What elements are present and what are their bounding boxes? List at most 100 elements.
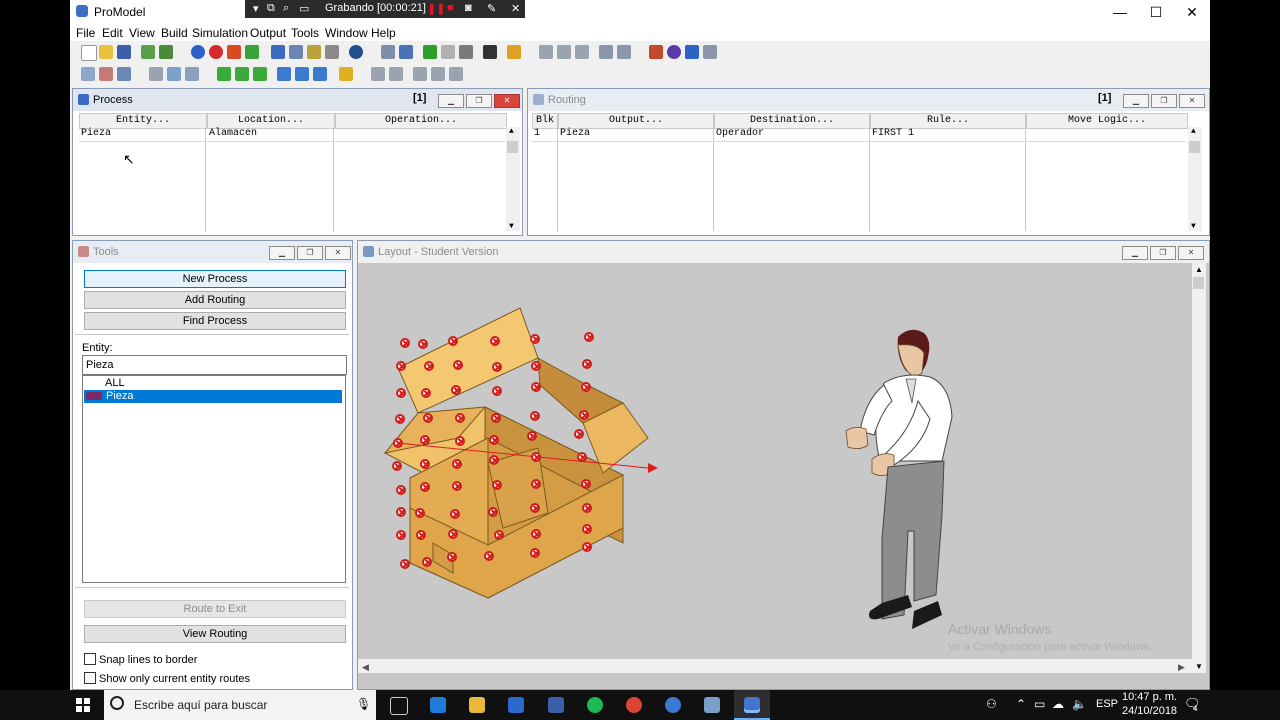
resources-icon[interactable]: [245, 45, 259, 59]
location-point-icon[interactable]: [400, 338, 410, 348]
pause-run-icon[interactable]: [441, 45, 455, 59]
store-icon[interactable]: [508, 697, 524, 713]
location-point-icon[interactable]: [489, 435, 499, 445]
restore-icon[interactable]: ⧉: [267, 2, 275, 15]
edge-browser-icon[interactable]: [430, 697, 446, 713]
location-point-icon[interactable]: [531, 529, 541, 539]
table-icon[interactable]: [81, 67, 95, 81]
location-point-icon[interactable]: [530, 411, 540, 421]
run-icon[interactable]: [423, 45, 437, 59]
location-point-icon[interactable]: [574, 429, 584, 439]
menu-build[interactable]: Build: [161, 26, 188, 40]
location-point-icon[interactable]: [531, 361, 541, 371]
pencil-icon[interactable]: ✎: [487, 2, 496, 15]
routing-cell-rule[interactable]: FIRST 1: [870, 127, 1024, 142]
location-point-icon[interactable]: [491, 413, 501, 423]
routing-cell-blk[interactable]: 1: [532, 127, 556, 142]
graphics-icon[interactable]: [649, 45, 663, 59]
letter-s-icon[interactable]: [295, 67, 309, 81]
location-point-icon[interactable]: [452, 459, 462, 469]
location-point-icon[interactable]: [418, 339, 428, 349]
location-point-icon[interactable]: [420, 459, 430, 469]
process-cell-entity[interactable]: Pieza: [79, 127, 205, 142]
variables-icon[interactable]: [325, 45, 339, 59]
location-point-icon[interactable]: [421, 388, 431, 398]
scroll-thumb[interactable]: [1193, 277, 1204, 289]
chevron-up-icon[interactable]: ⌃: [1016, 697, 1026, 711]
location-point-icon[interactable]: [488, 507, 498, 517]
location-point-icon[interactable]: [489, 455, 499, 465]
support-app-icon[interactable]: [665, 697, 681, 713]
location-point-icon[interactable]: [455, 413, 465, 423]
location-point-icon[interactable]: [423, 413, 433, 423]
clock-time[interactable]: 10:47 p. m.: [1122, 691, 1177, 703]
location-point-icon[interactable]: [577, 452, 587, 462]
group-icon[interactable]: [371, 67, 385, 81]
checkbox-box[interactable]: [84, 672, 96, 684]
processing-icon[interactable]: [271, 45, 285, 59]
scroll-down-icon[interactable]: ▼: [1191, 222, 1196, 231]
location-point-icon[interactable]: [416, 530, 426, 540]
letter-y-icon[interactable]: [253, 67, 267, 81]
location-point-icon[interactable]: [396, 530, 406, 540]
chrome-icon[interactable]: [626, 697, 642, 713]
location-point-icon[interactable]: [492, 386, 502, 396]
location-point-icon[interactable]: [531, 382, 541, 392]
layout-canvas[interactable]: ◀ ▶: [358, 263, 1192, 673]
letter-v-icon[interactable]: [235, 67, 249, 81]
layout-tool-2-icon[interactable]: [557, 45, 571, 59]
insert-icon[interactable]: [413, 67, 427, 81]
operator-person-graphic[interactable]: [845, 329, 953, 629]
info-icon[interactable]: [349, 45, 363, 59]
clock-date[interactable]: 24/10/2018: [1122, 705, 1177, 717]
layout-restore-button[interactable]: ❐: [1150, 246, 1176, 260]
letter-u-icon[interactable]: [313, 67, 327, 81]
volume-icon[interactable]: 🔈: [1072, 697, 1087, 711]
location-point-icon[interactable]: [396, 361, 406, 371]
location-point-icon[interactable]: [530, 334, 540, 344]
menu-window[interactable]: Window: [325, 26, 368, 40]
magnifier-icon[interactable]: ⌕: [283, 2, 289, 15]
location-point-icon[interactable]: [455, 436, 465, 446]
new-file-icon[interactable]: [81, 45, 97, 61]
add-row-icon[interactable]: [431, 67, 445, 81]
checkbox-box[interactable]: [84, 653, 96, 665]
location-point-icon[interactable]: [451, 385, 461, 395]
attributes-icon[interactable]: [307, 45, 321, 59]
dropdown-icon[interactable]: ▾: [253, 2, 259, 15]
path-networks-icon[interactable]: [227, 45, 241, 59]
entity-list-item-pieza[interactable]: Pieza: [84, 390, 342, 403]
minimize-button[interactable]: —: [1102, 0, 1138, 24]
letter-m-icon[interactable]: [277, 67, 291, 81]
location-point-icon[interactable]: [424, 361, 434, 371]
location-point-icon[interactable]: [581, 382, 591, 392]
location-point-icon[interactable]: [396, 507, 406, 517]
screen-icon[interactable]: [167, 67, 181, 81]
zoom-fit-icon[interactable]: [617, 45, 631, 59]
location-point-icon[interactable]: [452, 481, 462, 491]
merge-icon[interactable]: [141, 45, 155, 59]
windows-start-icon[interactable]: [76, 698, 90, 712]
process-cell-location[interactable]: Alamacen: [207, 127, 333, 142]
location-point-icon[interactable]: [393, 438, 403, 448]
menu-edit[interactable]: Edit: [102, 26, 123, 40]
location-point-icon[interactable]: [527, 431, 537, 441]
location-point-icon[interactable]: [395, 414, 405, 424]
scroll-thumb[interactable]: [507, 141, 518, 153]
maximize-button[interactable]: ☐: [1138, 0, 1174, 24]
file-explorer-icon[interactable]: [469, 697, 485, 713]
taskbar-search-box[interactable]: Escribe aquí para buscar 🎙: [104, 690, 376, 720]
edit-tool-icon[interactable]: [599, 45, 613, 59]
close-recording-icon[interactable]: ✕: [511, 2, 520, 15]
location-point-icon[interactable]: [490, 336, 500, 346]
entity-list-item-all[interactable]: ALL: [105, 377, 125, 389]
stop-run-icon[interactable]: [459, 45, 473, 59]
location-point-icon[interactable]: [422, 557, 432, 567]
process-restore-button[interactable]: ❐: [466, 94, 492, 108]
close-button[interactable]: ✕: [1174, 0, 1210, 24]
locations-icon[interactable]: [191, 45, 205, 59]
routing-restore-button[interactable]: ❐: [1151, 94, 1177, 108]
menu-simulation[interactable]: Simulation: [192, 26, 248, 40]
triangle-icon[interactable]: [685, 45, 699, 59]
process-cell-operation[interactable]: [335, 127, 505, 142]
